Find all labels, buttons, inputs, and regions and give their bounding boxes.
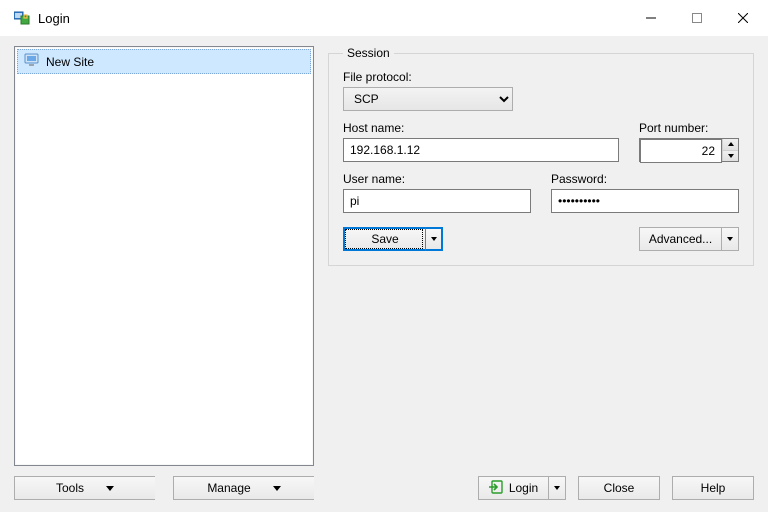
save-dropdown[interactable]	[425, 227, 443, 251]
advanced-button[interactable]: Advanced...	[639, 227, 739, 251]
port-label: Port number:	[639, 121, 739, 135]
app-icon	[14, 9, 30, 28]
login-button[interactable]: Login	[478, 476, 566, 500]
password-label: Password:	[551, 172, 739, 186]
help-button[interactable]: Help	[672, 476, 754, 500]
login-dropdown[interactable]	[548, 476, 566, 500]
session-column: Session File protocol: SCP Host name: Po…	[328, 46, 754, 500]
host-label: Host name:	[343, 121, 619, 135]
protocol-select[interactable]: SCP	[343, 87, 513, 111]
manage-label: Manage	[207, 481, 250, 495]
minimize-button[interactable]	[628, 3, 674, 33]
site-item-new-site[interactable]: New Site	[17, 49, 311, 74]
advanced-label: Advanced...	[649, 232, 712, 246]
window-title: Login	[38, 11, 70, 26]
computer-icon	[24, 53, 40, 70]
protocol-label: File protocol:	[343, 70, 739, 84]
dialog-body: New Site Tools Manage Session File proto…	[0, 36, 768, 512]
manage-button[interactable]: Manage	[173, 476, 314, 500]
tools-button[interactable]: Tools	[14, 476, 155, 500]
site-item-label: New Site	[46, 55, 94, 69]
help-label: Help	[701, 481, 726, 495]
close-button[interactable]	[720, 3, 766, 33]
close-label: Close	[604, 481, 635, 495]
advanced-dropdown[interactable]	[721, 227, 739, 251]
save-button[interactable]: Save	[343, 227, 443, 251]
save-label: Save	[371, 232, 398, 246]
sites-column: New Site Tools Manage	[14, 46, 314, 500]
login-dialog: Login	[0, 0, 768, 512]
close-dialog-button[interactable]: Close	[578, 476, 660, 500]
session-group: Session File protocol: SCP Host name: Po…	[328, 46, 754, 266]
tools-label: Tools	[56, 481, 84, 495]
password-input[interactable]	[551, 189, 739, 213]
port-down-button[interactable]	[723, 151, 738, 162]
host-input[interactable]	[343, 138, 619, 162]
sites-list[interactable]: New Site	[14, 46, 314, 466]
port-up-button[interactable]	[723, 139, 738, 151]
port-input[interactable]	[640, 139, 722, 163]
titlebar: Login	[0, 0, 768, 36]
session-legend: Session	[343, 46, 394, 60]
user-label: User name:	[343, 172, 531, 186]
maximize-button[interactable]	[674, 3, 720, 33]
port-stepper[interactable]	[639, 138, 739, 162]
login-label: Login	[509, 481, 538, 495]
user-input[interactable]	[343, 189, 531, 213]
port-spinner[interactable]	[722, 139, 738, 161]
login-icon	[489, 480, 503, 497]
